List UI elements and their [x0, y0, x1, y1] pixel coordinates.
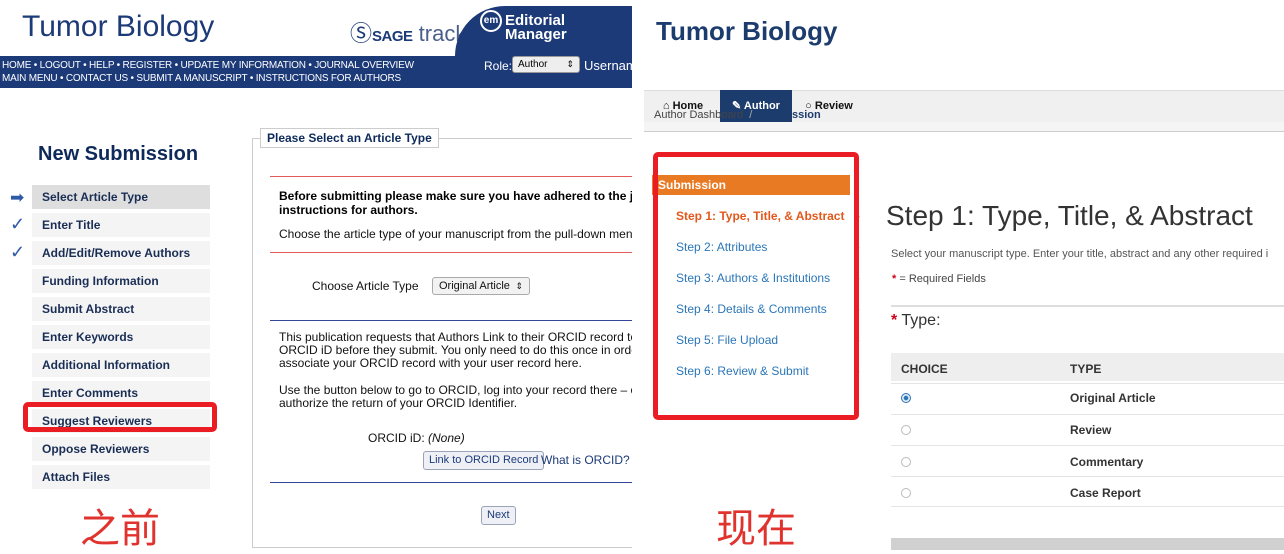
radio-original-article[interactable]: [901, 393, 911, 403]
checkmark-icon: ✓: [10, 242, 26, 262]
adherence-notice: Before submitting please make sure you h…: [279, 189, 632, 217]
after-screenshot: Tumor Biology ⌂ Home ✎ Author ○ Review A…: [636, 0, 1284, 554]
radio-case-report[interactable]: [901, 488, 911, 498]
select-arrows-icon: ⇕: [515, 281, 523, 291]
panel-legend: Please Select an Article Type: [260, 128, 439, 148]
what-is-orcid-link[interactable]: What is ORCID?: [541, 453, 630, 467]
orcid-description: This publication requests that Authors L…: [279, 330, 632, 370]
step-submit-abstract[interactable]: Submit Abstract: [32, 297, 210, 321]
sage-icon: Ⓢ: [350, 21, 373, 46]
role-label: Role:: [484, 59, 513, 73]
checkmark-icon: ✓: [10, 214, 26, 234]
required-star-icon: *: [891, 312, 898, 329]
step-select-article-type[interactable]: Select Article Type: [32, 185, 210, 209]
divider-line: [270, 176, 632, 177]
required-star-icon: *: [892, 273, 897, 285]
breadcrumb: Author Dashboard / Submission: [654, 109, 821, 121]
divider-line: [270, 320, 632, 321]
current-step-arrow-icon: ➡: [10, 188, 25, 207]
radio-review[interactable]: [901, 425, 911, 435]
step-enter-keywords[interactable]: Enter Keywords: [32, 325, 210, 349]
before-screenshot: Tumor Biology ⓈSAGE track em Editorial M…: [0, 0, 632, 554]
editorial-manager-logo: Editorial Manager: [505, 12, 567, 43]
red-highlight-box: [653, 152, 859, 420]
red-highlight-box: [23, 402, 217, 432]
journal-title: Tumor Biology: [22, 10, 215, 43]
select-arrows-icon: ⇕: [566, 59, 574, 69]
type-option-label: Case Report: [1070, 486, 1141, 500]
article-type-select[interactable]: Original Article ⇕: [432, 277, 530, 295]
required-fields-note: * = Required Fields: [892, 273, 986, 285]
link-orcid-button[interactable]: Link to ORCID Record: [423, 451, 545, 470]
sage-track-logo: ⓈSAGE track: [350, 21, 467, 46]
orcid-id-value: (None): [428, 431, 465, 445]
breadcrumb-root[interactable]: Author Dashboard: [654, 109, 743, 121]
column-header-choice: CHOICE: [901, 362, 948, 376]
divider-line: [270, 252, 632, 253]
step-description: Select your manuscript type. Enter your …: [891, 248, 1269, 260]
next-button[interactable]: Next: [481, 506, 516, 525]
orcid-instructions: Use the button below to go to ORCID, log…: [279, 383, 632, 410]
step-attach-files[interactable]: Attach Files: [32, 465, 210, 489]
column-header-type: TYPE: [1070, 362, 1102, 376]
step-enter-title[interactable]: Enter Title: [32, 213, 210, 237]
step-funding-information[interactable]: Funding Information: [32, 269, 210, 293]
role-select[interactable]: Author ⇕: [512, 56, 580, 73]
step-add-edit-remove-authors[interactable]: Add/Edit/Remove Authors: [32, 241, 210, 265]
radio-commentary[interactable]: [901, 457, 911, 467]
footer-bar: [891, 538, 1284, 550]
step-additional-information[interactable]: Additional Information: [32, 353, 210, 377]
journal-title: Tumor Biology: [656, 16, 838, 46]
after-caption: 现在: [716, 506, 796, 552]
nav-links-row-1[interactable]: HOME • LOGOUT • HELP • REGISTER • UPDATE…: [2, 60, 414, 71]
em-logo-icon: em: [480, 10, 502, 32]
before-caption: 之前: [80, 506, 160, 552]
choose-instruction: Choose the article type of your manuscri…: [279, 227, 632, 241]
type-option-label: Review: [1070, 423, 1112, 437]
section-divider: [891, 305, 1284, 307]
choose-article-type-label: Choose Article Type: [312, 279, 419, 293]
step-title: Step 1: Type, Title, & Abstract: [886, 200, 1253, 231]
new-submission-heading: New Submission: [38, 143, 199, 165]
username-label: Username: [584, 58, 632, 73]
type-field-label: * Type:: [891, 312, 941, 329]
type-option-label: Original Article: [1070, 391, 1156, 405]
header-divider: [644, 131, 1284, 132]
step-oppose-reviewers[interactable]: Oppose Reviewers: [32, 437, 210, 461]
nav-links-row-2[interactable]: MAIN MENU • CONTACT US • SUBMIT A MANUSC…: [2, 73, 401, 84]
orcid-id-line: ORCID iD: (None): [368, 431, 465, 445]
breadcrumb-current: Submission: [758, 109, 821, 121]
divider-line: [270, 482, 632, 483]
type-option-label: Commentary: [1070, 455, 1144, 469]
